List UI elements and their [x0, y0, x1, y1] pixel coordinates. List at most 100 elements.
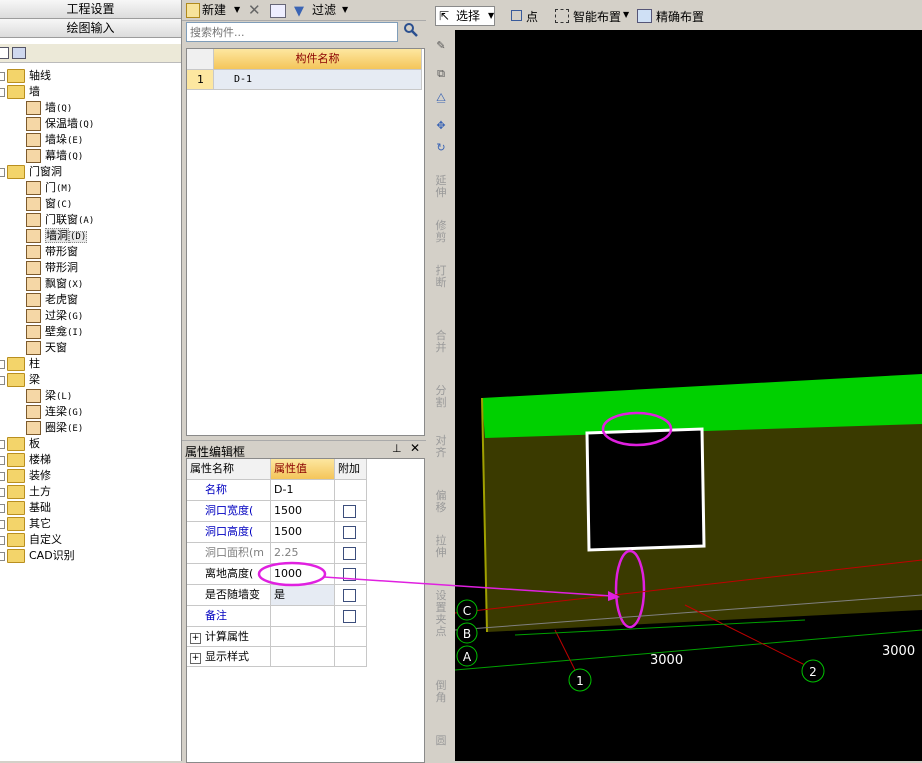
prop-value[interactable]: 1500: [271, 501, 335, 522]
new-button[interactable]: 新建: [202, 0, 226, 20]
tree-item[interactable]: 墙垛(E): [26, 132, 83, 148]
new-dropdown-icon[interactable]: ▼: [234, 0, 240, 20]
tree-item[interactable]: 壁龛(I): [26, 324, 83, 340]
project-settings-button[interactable]: 工程设置: [0, 0, 181, 19]
tree-item[interactable]: 土方: [0, 484, 51, 500]
prop-extra-checkbox[interactable]: [343, 505, 356, 518]
select-dropdown-icon[interactable]: ▼: [488, 7, 494, 25]
collapse-icon[interactable]: [0, 167, 5, 177]
tree-item[interactable]: 基础: [0, 500, 51, 516]
expand-icon[interactable]: [0, 439, 5, 449]
prop-group[interactable]: + 显示样式: [187, 647, 271, 667]
tree-item[interactable]: CAD识别: [0, 548, 75, 564]
tree-item[interactable]: 墙洞 (D): [26, 228, 88, 244]
expand-icon[interactable]: +: [190, 653, 201, 664]
tree-item[interactable]: 窗(C): [26, 196, 72, 212]
tree-item[interactable]: 飘窗(X): [26, 276, 83, 292]
component-row-d1[interactable]: D-1: [214, 70, 422, 90]
expand-icon[interactable]: [0, 551, 5, 561]
expand-icon[interactable]: +: [190, 633, 201, 644]
wall-opening[interactable]: [585, 427, 706, 552]
drawing-input-button[interactable]: 绘图输入: [0, 19, 181, 38]
mirror-icon[interactable]: ⧋: [431, 92, 451, 104]
collapse-icon[interactable]: [0, 87, 5, 97]
smart-dropdown-icon[interactable]: ▼: [623, 10, 629, 19]
collapse-all-icon[interactable]: [12, 47, 26, 59]
tree-item[interactable]: 板: [0, 436, 40, 452]
expand-icon[interactable]: [0, 455, 5, 465]
tree-item[interactable]: 柱: [0, 356, 40, 372]
prop-group[interactable]: + 计算属性: [187, 627, 271, 647]
tree-item[interactable]: 圈梁(E): [26, 420, 83, 436]
pin-icon[interactable]: ⊥: [392, 442, 402, 455]
tree-item[interactable]: 幕墙(Q): [26, 148, 83, 164]
brush-icon[interactable]: ✎: [431, 40, 451, 52]
prop-value[interactable]: D-1: [271, 480, 335, 501]
tree-item[interactable]: 梁: [0, 372, 40, 388]
tree-item[interactable]: 楼梯: [0, 452, 51, 468]
prop-extra-checkbox[interactable]: [343, 589, 356, 602]
search-field[interactable]: [186, 22, 398, 42]
tree-item[interactable]: 轴线: [0, 68, 51, 84]
tool-4[interactable]: 分割: [434, 385, 448, 409]
expand-icon[interactable]: [0, 535, 5, 545]
tree-item[interactable]: 带形洞: [26, 260, 78, 276]
expand-icon[interactable]: [0, 487, 5, 497]
tool-7[interactable]: 拉伸: [434, 535, 448, 559]
prop-value[interactable]: 1500: [271, 522, 335, 543]
tree-item[interactable]: 墙(Q): [26, 100, 72, 116]
move-icon[interactable]: ✥: [431, 120, 451, 132]
prop-extra-checkbox[interactable]: [343, 610, 356, 623]
prop-extra-checkbox[interactable]: [343, 526, 356, 539]
search-icon[interactable]: [400, 22, 422, 42]
drawing-canvas[interactable]: C B A 1 2 3000 3000: [455, 30, 922, 761]
tree-item[interactable]: 连梁(G): [26, 404, 83, 420]
tool-2[interactable]: 打断: [434, 265, 448, 289]
prop-value[interactable]: 是: [271, 585, 335, 606]
prop-extra-checkbox[interactable]: [343, 568, 356, 581]
collapse-icon[interactable]: [0, 375, 5, 385]
expand-icon[interactable]: [0, 519, 5, 529]
tree-item[interactable]: 门(M): [26, 180, 72, 196]
copy-tool-icon[interactable]: ⧉: [431, 68, 451, 80]
tree-item[interactable]: 自定义: [0, 532, 62, 548]
tool-10[interactable]: 圆: [434, 735, 448, 747]
rotate-icon[interactable]: ↻: [431, 142, 451, 154]
tree-item[interactable]: 过梁(G): [26, 308, 83, 324]
tree-item[interactable]: 天窗: [26, 340, 67, 356]
tree-item[interactable]: 装修: [0, 468, 51, 484]
expand-all-icon[interactable]: [0, 47, 9, 59]
search-input[interactable]: [187, 23, 393, 41]
tool-1[interactable]: 修剪: [434, 220, 448, 244]
tree-item[interactable]: 墙: [0, 84, 40, 100]
tree-item[interactable]: 门窗洞: [0, 164, 62, 180]
tool-8[interactable]: 设置夹点: [434, 590, 448, 638]
tool-0[interactable]: 延伸: [434, 175, 448, 199]
tool-5[interactable]: 对齐: [434, 435, 448, 459]
tool-9[interactable]: 倒角: [434, 680, 448, 704]
point-button[interactable]: 点: [526, 8, 538, 25]
tree-item[interactable]: 带形窗: [26, 244, 78, 260]
copy-icon[interactable]: [270, 4, 286, 18]
prop-value[interactable]: [271, 606, 335, 627]
tree-item[interactable]: 老虎窗: [26, 292, 78, 308]
prop-value[interactable]: 1000: [271, 564, 335, 585]
precise-layout-button[interactable]: 精确布置: [656, 8, 704, 25]
close-icon[interactable]: ✕: [410, 441, 420, 455]
tree-item[interactable]: 其它: [0, 516, 51, 532]
tree-item[interactable]: 门联窗(A): [26, 212, 94, 228]
select-button[interactable]: ⇱ 选择 ▼: [435, 6, 495, 26]
prop-value[interactable]: 2.25: [271, 543, 335, 564]
tool-6[interactable]: 偏移: [434, 490, 448, 514]
expand-icon[interactable]: [0, 359, 5, 369]
expand-icon[interactable]: [0, 503, 5, 513]
tool-3[interactable]: 合并: [434, 330, 448, 354]
prop-extra-checkbox[interactable]: [343, 547, 356, 560]
expand-icon[interactable]: [0, 71, 5, 81]
smart-layout-button[interactable]: 智能布置: [573, 8, 621, 25]
delete-icon[interactable]: ✕: [248, 0, 261, 20]
filter-button[interactable]: 过滤: [312, 0, 336, 20]
expand-icon[interactable]: [0, 471, 5, 481]
filter-dropdown-icon[interactable]: ▼: [342, 0, 348, 20]
tree-item[interactable]: 保温墙(Q): [26, 116, 94, 132]
